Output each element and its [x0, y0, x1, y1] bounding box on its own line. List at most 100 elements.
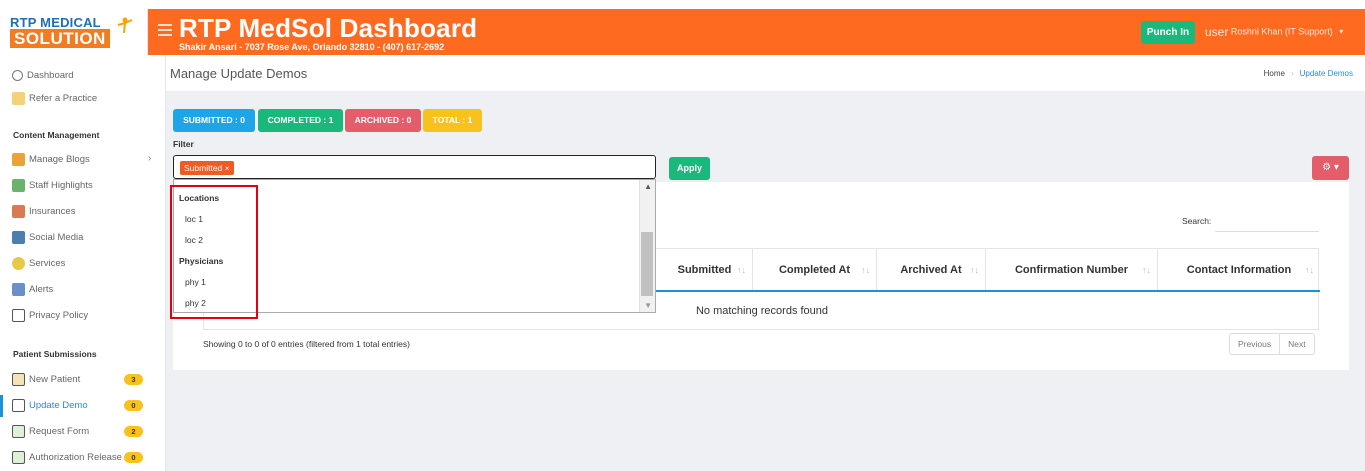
- user-menu[interactable]: user Roshni Khan (IT Support) ▾: [1205, 25, 1343, 39]
- breadcrumb-separator-icon: ›: [1290, 69, 1294, 78]
- sidebar-item-privacy[interactable]: Privacy Policy: [12, 308, 88, 324]
- brand-logo[interactable]: RTP MEDICAL SOLUTION: [0, 9, 148, 55]
- release-icon: [12, 450, 25, 464]
- brand-line1: RTP MEDICAL: [10, 15, 101, 30]
- column-label: Contact Information: [1186, 264, 1292, 276]
- services-icon: [12, 256, 25, 270]
- breadcrumb: Home › Update Demos: [1264, 69, 1353, 78]
- chevron-right-icon: ›: [148, 153, 152, 164]
- next-button[interactable]: Next: [1280, 334, 1313, 354]
- calendar-icon: [12, 398, 25, 412]
- refer-icon: [12, 91, 25, 105]
- social-media-icon: [12, 230, 25, 244]
- sidebar-item-label: Dashboard: [27, 70, 74, 81]
- count-badge: 0: [124, 452, 143, 463]
- count-badge: 3: [124, 374, 143, 385]
- alert-icon: [12, 282, 25, 296]
- sidebar-item-label: New Patient: [29, 374, 81, 385]
- sidebar-item-label: Services: [29, 258, 66, 269]
- settings-dropdown-button[interactable]: ⚙ ▾: [1312, 156, 1349, 180]
- column-header-archived-at[interactable]: Archived At ↑↓: [877, 249, 986, 291]
- sidebar-item-label: Privacy Policy: [29, 310, 89, 321]
- sidebar-item-new-patient[interactable]: New Patient: [12, 372, 80, 388]
- sidebar-item-label: Update Demo: [29, 400, 88, 411]
- scroll-up-icon[interactable]: ▲: [644, 182, 652, 191]
- table-info: Showing 0 to 0 of 0 entries (filtered fr…: [203, 339, 410, 349]
- sort-icon: ↑↓: [1142, 265, 1151, 275]
- column-header-submitted[interactable]: Submitted ↑↓: [657, 249, 753, 291]
- active-indicator: [0, 395, 3, 417]
- dropdown-scrollbar[interactable]: ▲ ▼: [639, 180, 655, 312]
- sort-icon: ↑↓: [861, 265, 870, 275]
- user-name: Roshni Khan (IT Support): [1230, 26, 1333, 37]
- sidebar-item-label: Authorization Release: [29, 452, 122, 463]
- completed-count-button[interactable]: COMPLETED : 1: [258, 109, 343, 132]
- page-titlebar: Manage Update Demos Home › Update Demos: [166, 55, 1365, 91]
- brand-line2: SOLUTION: [10, 29, 110, 48]
- sidebar-item-label: Insurances: [29, 206, 76, 217]
- sidebar-item-label: Staff Highlights: [29, 180, 93, 191]
- section-patient-submissions: Patient Submissions: [13, 349, 97, 359]
- sidebar-item-update-demo[interactable]: Update Demo: [12, 398, 88, 414]
- filter-chip-submitted[interactable]: Submitted ×: [180, 161, 234, 175]
- sidebar-item-blogs[interactable]: Manage Blogs: [12, 152, 90, 168]
- clipboard-icon: [12, 372, 25, 386]
- archived-count-button[interactable]: ARCHIVED : 0: [345, 109, 421, 132]
- sidebar-item-label: Alerts: [29, 284, 54, 295]
- staff-icon: [12, 178, 25, 192]
- sidebar-item-label: Refer a Practice: [29, 93, 98, 104]
- search-label: Search:: [1182, 216, 1212, 226]
- top-header: RTP MedSol Dashboard Shakir Ansari - 703…: [148, 9, 1365, 55]
- blog-icon: [12, 152, 25, 166]
- previous-button[interactable]: Previous: [1230, 334, 1281, 354]
- column-label: Submitted: [677, 264, 732, 276]
- chevron-down-icon: ▾: [1339, 27, 1344, 37]
- sidebar-item-services[interactable]: Services: [12, 256, 65, 272]
- sort-icon: ↑↓: [1305, 265, 1314, 275]
- breadcrumb-current: Update Demos: [1299, 69, 1353, 78]
- count-badge: 0: [124, 400, 143, 411]
- pagination: Previous Next: [1229, 333, 1315, 355]
- search-input[interactable]: [1215, 231, 1319, 232]
- form-icon: [12, 424, 25, 438]
- scroll-down-icon[interactable]: ▼: [644, 301, 652, 310]
- sidebar-item-request-form[interactable]: Request Form: [12, 424, 89, 440]
- sidebar-item-staff[interactable]: Staff Highlights: [12, 178, 93, 194]
- dashboard-icon: [12, 69, 23, 81]
- sidebar-item-authorization[interactable]: Authorization Release: [12, 450, 122, 466]
- sidebar-item-refer[interactable]: Refer a Practice: [12, 91, 97, 107]
- practice-address: Shakir Ansari - 7037 Rose Ave, Orlando 3…: [179, 42, 445, 52]
- column-label: Archived At: [900, 264, 962, 276]
- sidebar-item-insurances[interactable]: Insurances: [12, 204, 75, 220]
- column-label: Confirmation Number: [1014, 264, 1129, 276]
- app-title: RTP MedSol Dashboard: [179, 13, 478, 43]
- top-strip: [0, 0, 1365, 9]
- sidebar-item-alerts[interactable]: Alerts: [12, 282, 53, 298]
- punch-in-button[interactable]: Punch In: [1141, 21, 1195, 44]
- menu-toggle-icon[interactable]: [158, 24, 172, 36]
- column-header-confirmation-number[interactable]: Confirmation Number ↑↓: [986, 249, 1158, 291]
- column-header-completed-at[interactable]: Completed At ↑↓: [753, 249, 877, 291]
- filter-select[interactable]: Submitted ×: [173, 155, 656, 179]
- page-title: Manage Update Demos: [170, 66, 308, 81]
- total-count-button[interactable]: TOTAL : 1: [423, 109, 482, 132]
- highlight-box: [170, 185, 258, 319]
- column-label: Completed At: [778, 264, 851, 276]
- count-badge: 2: [124, 426, 143, 437]
- user-avatar: user: [1205, 25, 1229, 39]
- apply-button[interactable]: Apply: [669, 157, 710, 180]
- sidebar-item-social[interactable]: Social Media: [12, 230, 83, 246]
- breadcrumb-home[interactable]: Home: [1264, 69, 1285, 78]
- insurance-icon: [12, 204, 25, 218]
- sidebar: Dashboard Refer a Practice Content Manag…: [0, 55, 166, 471]
- sidebar-item-label: Social Media: [29, 232, 84, 243]
- sort-icon: ↑↓: [737, 265, 746, 275]
- sidebar-item-dashboard[interactable]: Dashboard: [12, 68, 73, 84]
- scroll-thumb[interactable]: [641, 232, 653, 296]
- lock-icon: [12, 308, 25, 322]
- section-content-management: Content Management: [13, 130, 100, 140]
- sort-icon: ↑↓: [970, 265, 979, 275]
- logo-figure-icon: [117, 17, 133, 33]
- column-header-contact-information[interactable]: Contact Information ↑↓: [1158, 249, 1320, 291]
- submitted-count-button[interactable]: SUBMITTED : 0: [173, 109, 255, 132]
